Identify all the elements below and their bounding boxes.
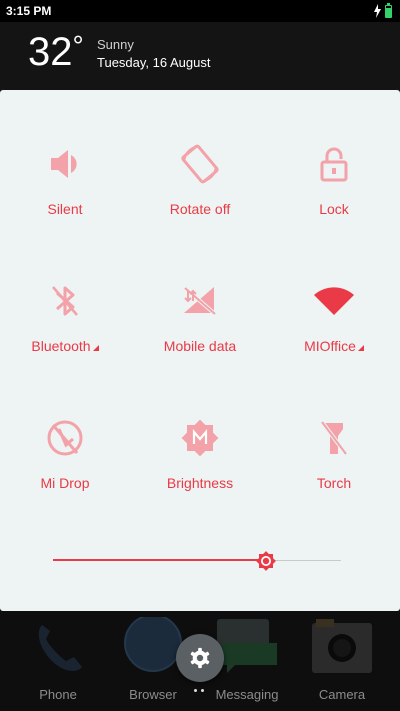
expand-menu-icon bbox=[357, 345, 364, 351]
browser-icon bbox=[124, 617, 182, 672]
app-label: Browser bbox=[129, 687, 177, 702]
weather-header[interactable]: 32° Sunny Tuesday, 16 August bbox=[0, 22, 400, 90]
app-label: Camera bbox=[318, 687, 366, 702]
messaging-icon bbox=[217, 619, 277, 673]
toggle-torch[interactable]: Torch bbox=[269, 384, 399, 494]
slider-fill bbox=[53, 559, 267, 561]
toggle-mi-drop[interactable]: Mi Drop bbox=[0, 384, 130, 494]
toggle-brightness[interactable]: Brightness bbox=[135, 384, 265, 494]
toggle-label: Lock bbox=[319, 201, 349, 217]
mi-drop-icon bbox=[47, 420, 83, 456]
status-bar: 3:15 PM bbox=[0, 0, 400, 22]
wifi-icon bbox=[314, 287, 354, 315]
status-icons bbox=[373, 2, 392, 18]
app-phone[interactable]: Phone bbox=[8, 611, 108, 711]
page-dot bbox=[201, 689, 204, 692]
torch-icon bbox=[320, 420, 348, 456]
toggle-label: Rotate off bbox=[169, 201, 231, 217]
camera-icon bbox=[312, 619, 372, 673]
temperature-value: 32 bbox=[28, 30, 73, 74]
app-camera[interactable]: Camera bbox=[292, 611, 392, 711]
toggle-lock[interactable]: Lock bbox=[269, 110, 399, 220]
weather-condition: Sunny bbox=[97, 37, 134, 52]
page-dot bbox=[194, 689, 197, 692]
brightness-slider[interactable] bbox=[53, 549, 341, 573]
temperature: 32° bbox=[28, 30, 84, 75]
app-label: Messaging bbox=[215, 687, 279, 702]
phone-icon bbox=[38, 625, 82, 671]
rotate-icon bbox=[181, 144, 219, 184]
toggle-label: Mobile data bbox=[163, 338, 237, 354]
page-indicator bbox=[194, 689, 204, 692]
bluetooth-icon bbox=[52, 286, 78, 316]
gear-icon bbox=[190, 647, 210, 669]
toggle-bluetooth[interactable]: Bluetooth bbox=[0, 247, 130, 357]
temperature-unit: ° bbox=[72, 30, 84, 61]
brightness-icon bbox=[181, 419, 219, 457]
battery-fill bbox=[386, 7, 391, 17]
speaker-icon bbox=[51, 150, 77, 178]
settings-button[interactable] bbox=[176, 634, 224, 682]
slider-thumb-icon[interactable] bbox=[254, 549, 278, 573]
toggle-mobile-data[interactable]: Mobile data bbox=[135, 247, 265, 357]
toggle-rotate[interactable]: Rotate off bbox=[135, 110, 265, 220]
toggle-silent[interactable]: Silent bbox=[0, 110, 130, 220]
expand-menu-icon bbox=[92, 345, 99, 351]
toggle-label: Brightness bbox=[166, 475, 234, 491]
charging-icon bbox=[374, 4, 381, 18]
toggle-label: Torch bbox=[316, 475, 352, 491]
toggle-label: Silent bbox=[47, 201, 83, 217]
weather-date: Tuesday, 16 August bbox=[97, 55, 211, 70]
lock-icon bbox=[320, 147, 348, 182]
toggle-label: MIOffice bbox=[304, 338, 364, 354]
battery-icon bbox=[385, 2, 392, 18]
mobile-data-icon bbox=[183, 286, 217, 316]
toggle-wifi[interactable]: MIOffice bbox=[269, 247, 399, 357]
toggle-label: Bluetooth bbox=[31, 338, 99, 354]
toggle-label: Mi Drop bbox=[40, 475, 90, 491]
quick-settings-panel: Silent Rotate off Lock Bluetooth Mobile … bbox=[0, 90, 400, 611]
status-time: 3:15 PM bbox=[6, 4, 52, 18]
app-label: Phone bbox=[39, 687, 77, 702]
